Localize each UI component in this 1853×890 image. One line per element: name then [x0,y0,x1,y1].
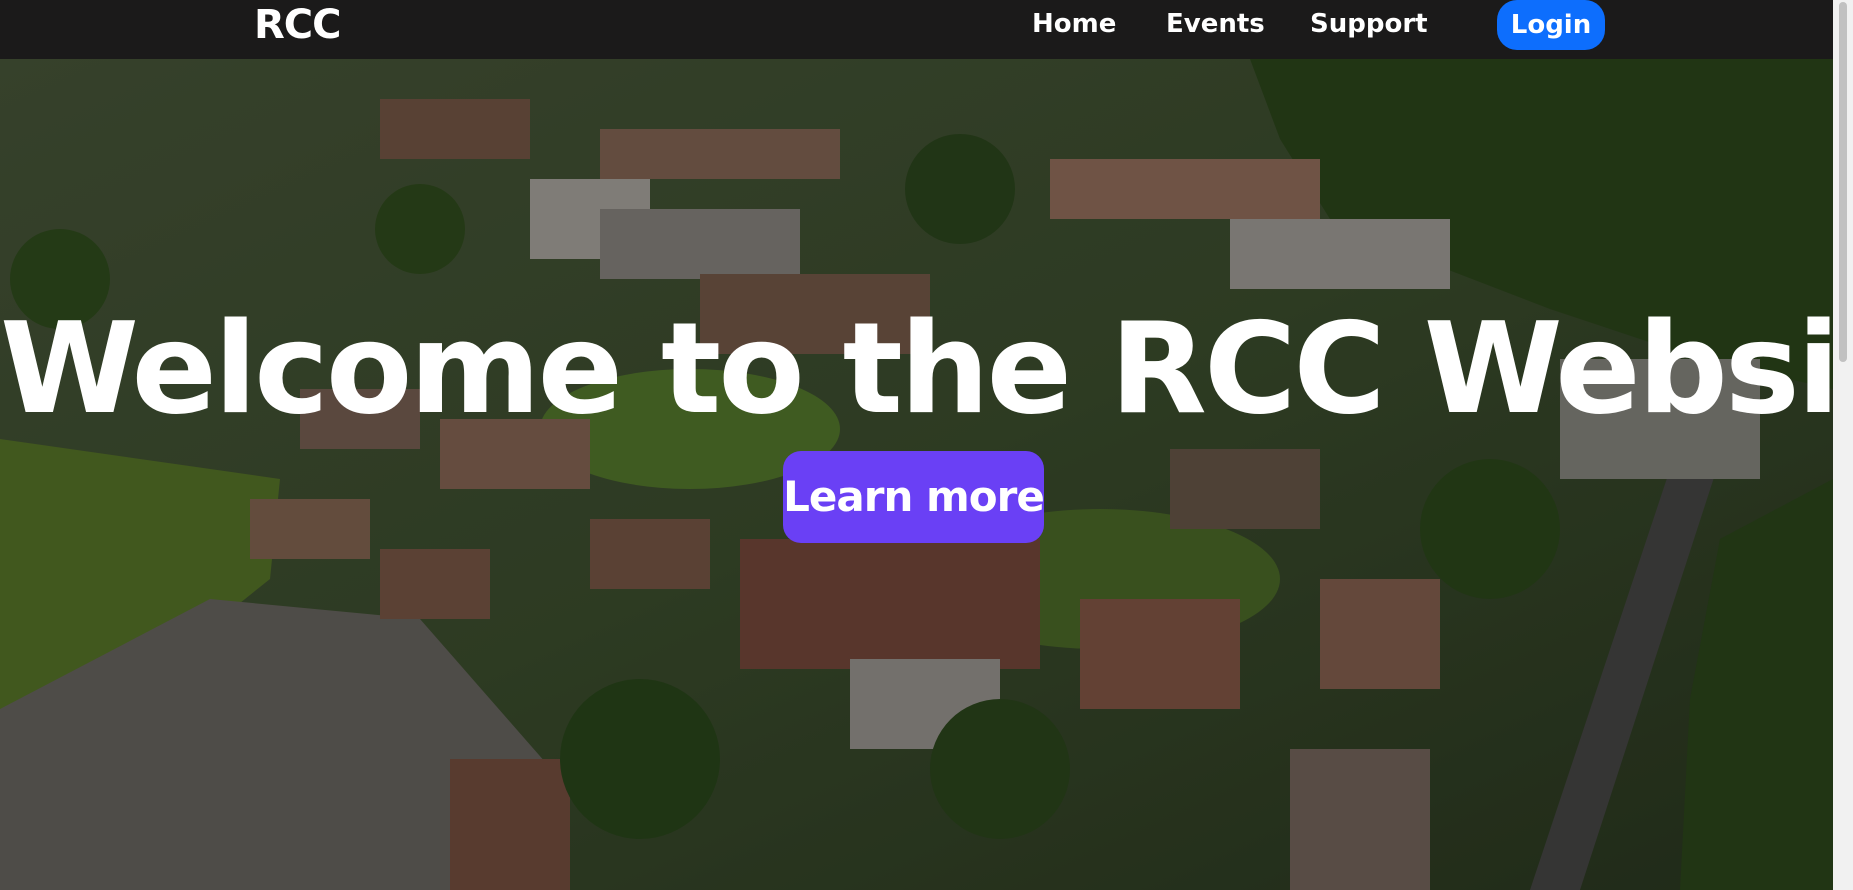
vertical-scrollbar[interactable] [1833,0,1853,890]
login-button[interactable]: Login [1497,0,1605,50]
nav-link-home[interactable]: Home [1032,6,1116,42]
learn-more-button[interactable]: Learn more [783,451,1045,543]
hero-title: Welcome to the RCC Website [0,295,1833,442]
nav-link-events[interactable]: Events [1166,6,1265,42]
page: RCC Home Events Support Login Welcome to… [0,0,1853,890]
nav-links: Home Events Support Login [1000,0,1620,50]
scrollbar-thumb[interactable] [1839,2,1847,362]
hero: Welcome to the RCC Website Learn more [0,59,1833,890]
navbar: RCC Home Events Support Login [0,0,1833,59]
brand-logo[interactable]: RCC [254,0,342,50]
nav-link-support[interactable]: Support [1310,6,1428,42]
